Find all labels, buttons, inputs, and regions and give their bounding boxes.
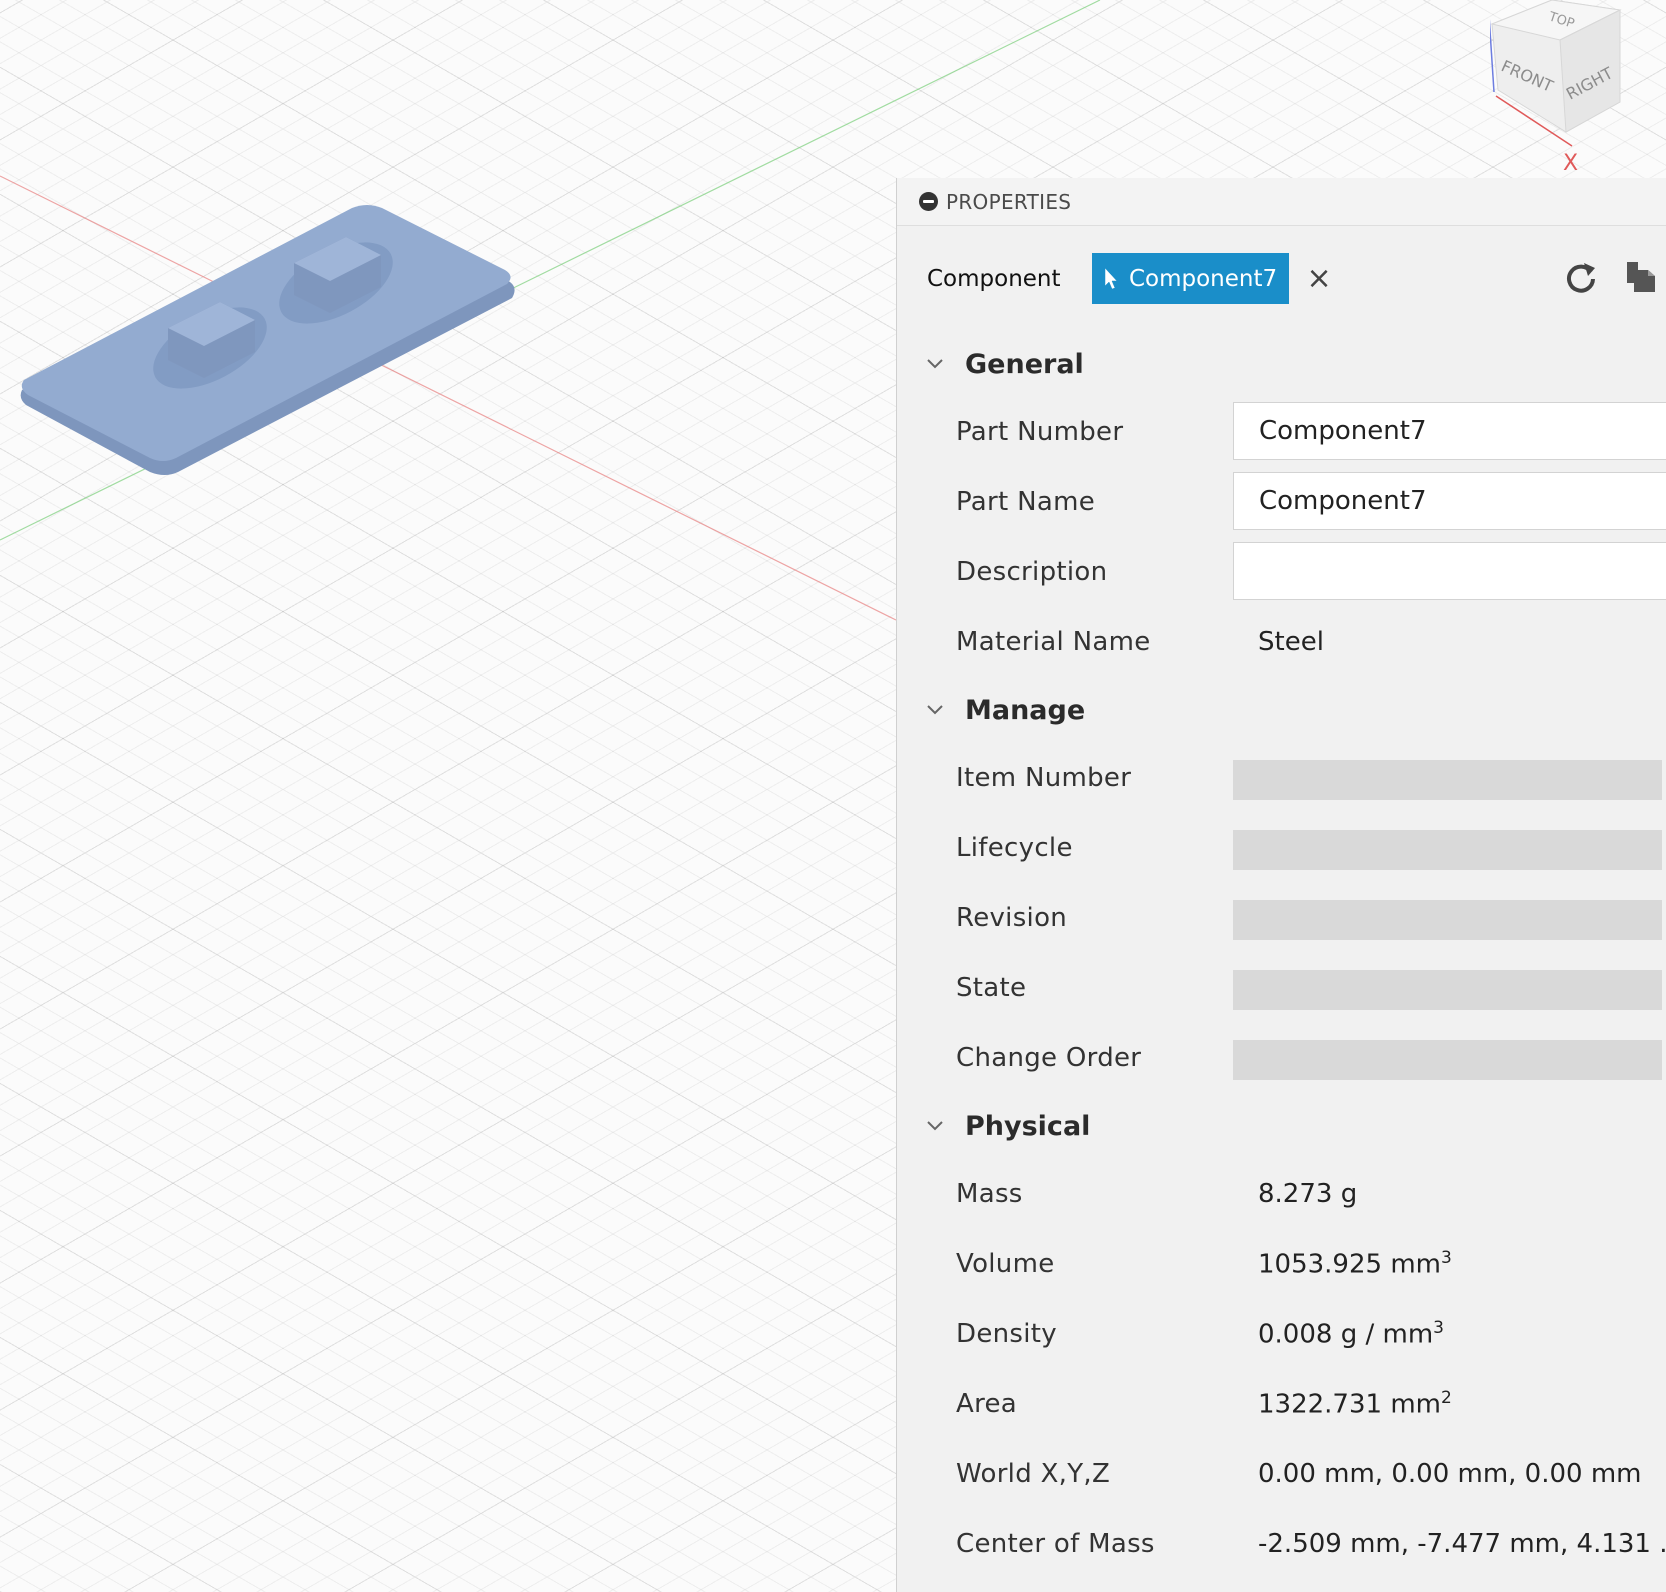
- area-label: Area: [956, 1389, 1018, 1419]
- material-name-value: Steel: [1258, 627, 1324, 657]
- prop-row-volume: Volume 1053.925 mm3: [897, 1229, 1666, 1299]
- component-model[interactable]: [0, 200, 530, 480]
- prop-row-material: Material Name Steel: [897, 607, 1666, 677]
- state-label: State: [956, 973, 1027, 1003]
- mass-value: 8.273 g: [1258, 1179, 1358, 1209]
- properties-header[interactable]: PROPERTIES: [897, 178, 1666, 226]
- view-cube[interactable]: TOP FRONT RIGHT X: [1490, 0, 1666, 175]
- section-general-title: General: [965, 348, 1084, 380]
- volume-value: 1053.925 mm3: [1258, 1248, 1452, 1280]
- prop-row-mass: Mass 8.273 g: [897, 1159, 1666, 1229]
- properties-title: PROPERTIES: [946, 189, 1072, 214]
- prop-row-area: Area 1322.731 mm2: [897, 1369, 1666, 1439]
- prop-row-state: State: [897, 953, 1666, 1023]
- selection-row: Component Component7 ×: [897, 226, 1666, 331]
- prop-row-part-name: Part Name Component7: [897, 467, 1666, 537]
- density-label: Density: [956, 1319, 1057, 1349]
- selection-type-label: Component: [927, 265, 1061, 292]
- part-number-field[interactable]: Component7: [1233, 402, 1666, 460]
- chevron-down-icon: [927, 359, 943, 369]
- prop-row-center-of-mass: Center of Mass -2.509 mm, -7.477 mm, 4.1…: [897, 1509, 1666, 1579]
- density-value: 0.008 g / mm3: [1258, 1318, 1444, 1350]
- section-general-header[interactable]: General: [897, 331, 1666, 397]
- part-name-label: Part Name: [956, 487, 1095, 517]
- chevron-down-icon: [927, 705, 943, 715]
- area-value: 1322.731 mm2: [1258, 1388, 1452, 1420]
- area-number: 1322.731 mm: [1258, 1389, 1441, 1420]
- cursor-arrow-icon: [1104, 266, 1118, 289]
- density-number: 0.008 g / mm: [1258, 1319, 1434, 1350]
- prop-row-world-xyz: World X,Y,Z 0.00 mm, 0.00 mm, 0.00 mm: [897, 1439, 1666, 1509]
- change-order-value-disabled: [1233, 1040, 1662, 1080]
- x-axis-label: X: [1563, 151, 1578, 175]
- area-exponent: 2: [1440, 1388, 1452, 1409]
- section-manage-header[interactable]: Manage: [897, 677, 1666, 743]
- prop-row-item-number: Item Number: [897, 743, 1666, 813]
- center-of-mass-value: -2.509 mm, -7.477 mm, 4.131 ...: [1258, 1529, 1666, 1559]
- item-number-label: Item Number: [956, 763, 1132, 793]
- selected-component-label: Component7: [1128, 265, 1278, 292]
- mass-label: Mass: [956, 1179, 1023, 1209]
- properties-panel: PROPERTIES Component Component7 × Genera…: [896, 178, 1666, 1592]
- collapse-icon[interactable]: [919, 192, 938, 211]
- prop-row-change-order: Change Order: [897, 1023, 1666, 1093]
- prop-row-revision: Revision: [897, 883, 1666, 953]
- revision-value-disabled: [1233, 900, 1662, 940]
- refresh-icon[interactable]: [1564, 260, 1598, 294]
- part-name-field[interactable]: Component7: [1233, 472, 1666, 530]
- item-number-value-disabled: [1233, 760, 1662, 800]
- volume-label: Volume: [956, 1249, 1055, 1279]
- clear-selection-close-icon[interactable]: ×: [1307, 263, 1332, 294]
- state-value-disabled: [1233, 970, 1662, 1010]
- description-field[interactable]: [1233, 542, 1666, 600]
- copy-icon[interactable]: [1624, 259, 1660, 295]
- description-label: Description: [956, 557, 1108, 587]
- section-manage-title: Manage: [965, 694, 1086, 726]
- prop-row-part-number: Part Number Component7: [897, 397, 1666, 467]
- prop-row-description: Description: [897, 537, 1666, 607]
- section-physical-header[interactable]: Physical: [897, 1093, 1666, 1159]
- lifecycle-value-disabled: [1233, 830, 1662, 870]
- world-xyz-label: World X,Y,Z: [956, 1459, 1111, 1489]
- world-xyz-value: 0.00 mm, 0.00 mm, 0.00 mm: [1258, 1459, 1642, 1489]
- center-of-mass-label: Center of Mass: [956, 1529, 1155, 1559]
- prop-row-lifecycle: Lifecycle: [897, 813, 1666, 883]
- prop-row-density: Density 0.008 g / mm3: [897, 1299, 1666, 1369]
- lifecycle-label: Lifecycle: [956, 833, 1073, 863]
- chevron-down-icon: [927, 1121, 943, 1131]
- density-exponent: 3: [1433, 1318, 1444, 1339]
- revision-label: Revision: [956, 903, 1068, 933]
- selected-component-chip[interactable]: Component7: [1091, 253, 1289, 304]
- part-number-label: Part Number: [956, 417, 1124, 447]
- change-order-label: Change Order: [956, 1043, 1142, 1073]
- material-name-label: Material Name: [956, 627, 1151, 657]
- volume-number: 1053.925 mm: [1258, 1249, 1441, 1280]
- section-physical-title: Physical: [965, 1110, 1091, 1142]
- volume-exponent: 3: [1440, 1248, 1452, 1269]
